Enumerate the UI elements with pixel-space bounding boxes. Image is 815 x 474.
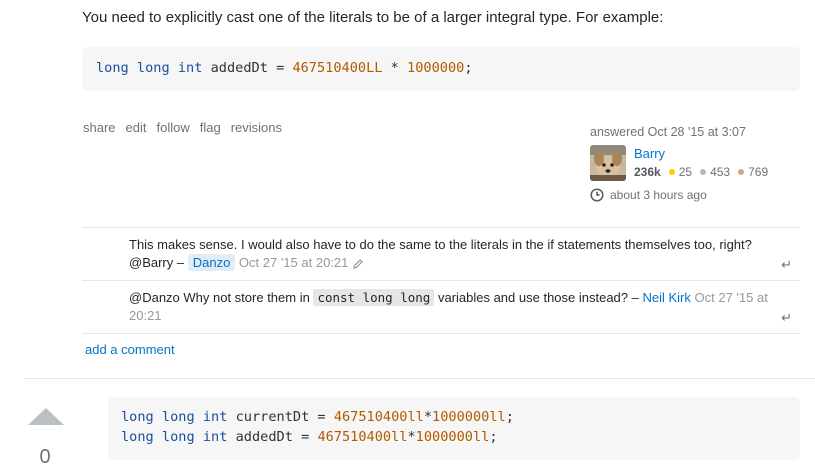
code-block: long long int currentDt = 467510400ll*10… <box>108 397 800 460</box>
reply-return-icon[interactable]: ↵ <box>781 256 792 274</box>
add-comment-link[interactable]: add a comment <box>85 342 175 357</box>
answered-timestamp[interactable]: answered Oct 28 '15 at 3:07 <box>590 125 790 139</box>
avatar[interactable] <box>590 145 626 181</box>
silver-badge-icon <box>700 169 707 175</box>
code-terminator: ; <box>505 409 514 425</box>
code-number: 1000000ll <box>415 428 490 445</box>
code-number: 1000000ll <box>432 409 506 425</box>
upvote-arrow-icon[interactable] <box>28 408 64 425</box>
code-identifier: currentDt = <box>227 409 334 425</box>
comment-text: variables and use those instead? – <box>434 290 643 305</box>
user-name-link[interactable]: Barry <box>634 145 772 162</box>
gold-badge-icon <box>668 169 675 175</box>
vote-count: 0 <box>39 446 51 468</box>
code-keyword: long long int <box>96 60 203 76</box>
user-card: answered Oct 28 '15 at 3:07 Barry 236k 2… <box>590 125 790 202</box>
code-number: 467510400LL <box>292 60 383 76</box>
code-terminator: ; <box>489 428 498 445</box>
bronze-badge-icon <box>738 169 745 175</box>
code-identifier: addedDt = <box>202 60 293 76</box>
reply-return-icon[interactable]: ↵ <box>781 309 792 327</box>
code-operator: * <box>407 428 416 445</box>
answer-intro-text: You need to explicitly cast one of the l… <box>82 9 664 26</box>
code-operator: * <box>382 60 408 76</box>
comment-text: @Danzo Why not store them in <box>129 290 314 305</box>
code-number: 467510400ll <box>333 409 424 425</box>
comment-item: This makes sense. I would also have to d… <box>82 228 800 281</box>
activity-text: about 3 hours ago <box>610 188 707 202</box>
comments-list: This makes sense. I would also have to d… <box>82 227 800 334</box>
post-menu: share edit follow flag revisions <box>83 120 282 135</box>
gold-badge-count: 25 <box>678 165 693 179</box>
revisions-link[interactable]: revisions <box>231 120 282 135</box>
share-link[interactable]: share <box>83 120 116 135</box>
code-operator: * <box>423 409 433 425</box>
comment-author-link[interactable]: Danzo <box>187 254 236 271</box>
user-activity: about 3 hours ago <box>590 188 790 202</box>
code-block: long long int addedDt = 467510400LL * 10… <box>82 47 800 91</box>
flag-link[interactable]: flag <box>200 120 221 135</box>
code-number: 1000000 <box>407 60 465 76</box>
silver-badge-count: 453 <box>710 165 731 179</box>
code-keyword: long long int <box>121 409 228 425</box>
bronze-badge-count: 769 <box>748 165 769 179</box>
comment-inline-code: const long long <box>313 289 435 306</box>
comment-item: @Danzo Why not store them in const long … <box>82 281 800 334</box>
code-identifier: addedDt = <box>227 428 318 445</box>
comment-date[interactable]: Oct 27 '15 at 20:21 <box>239 255 348 270</box>
code-terminator: ; <box>464 60 473 76</box>
code-number: 467510400ll <box>317 428 408 445</box>
follow-link[interactable]: follow <box>157 120 190 135</box>
pencil-icon[interactable] <box>352 258 364 270</box>
user-stats: 236k 25 453 769 <box>634 165 772 179</box>
dog-avatar-icon <box>590 145 626 181</box>
clock-icon <box>590 188 604 202</box>
reputation-score: 236k <box>634 165 661 179</box>
edit-link[interactable]: edit <box>126 120 147 135</box>
comment-author-link[interactable]: Neil Kirk <box>642 290 690 305</box>
answer-divider <box>24 378 815 379</box>
code-keyword: long long int <box>121 428 228 445</box>
